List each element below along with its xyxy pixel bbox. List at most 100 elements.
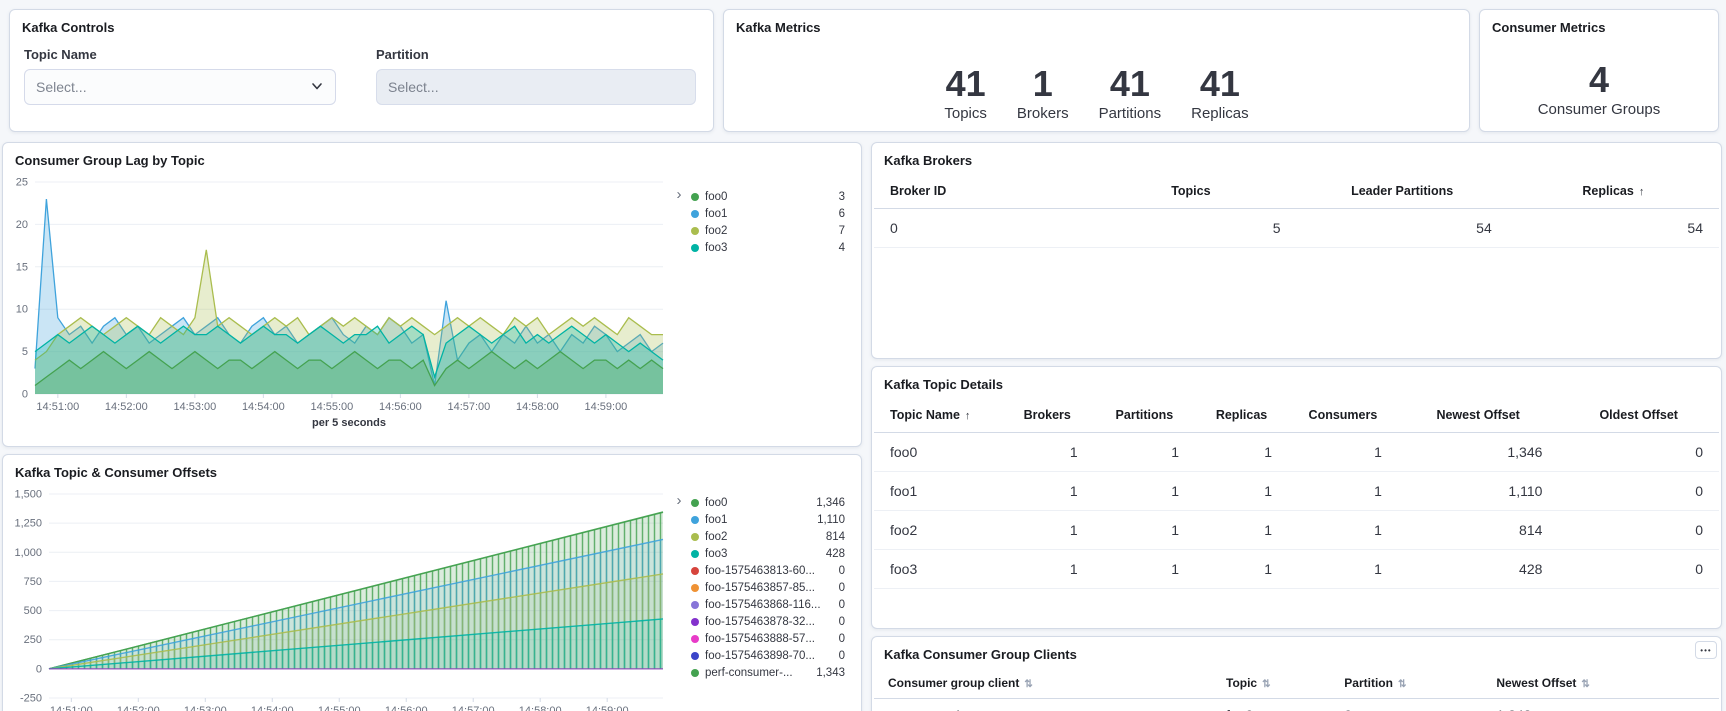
column-header[interactable]: Consumers bbox=[1288, 398, 1398, 433]
legend-item[interactable]: foo3428 bbox=[687, 545, 849, 562]
table-cell: 54 bbox=[1297, 209, 1508, 248]
column-header[interactable]: Topic Name↑ bbox=[874, 398, 1001, 433]
table-cell: foo3 bbox=[874, 550, 1001, 589]
series-color-dot bbox=[691, 244, 699, 252]
legend-item[interactable]: foo11,110 bbox=[687, 511, 849, 528]
table-cell: 0 bbox=[1558, 472, 1719, 511]
column-header[interactable]: Newest Offset bbox=[1398, 398, 1559, 433]
column-header[interactable]: Replicas↑ bbox=[1508, 174, 1719, 209]
svg-text:250: 250 bbox=[24, 634, 42, 646]
legend-list: foo01,346foo11,110foo2814foo3428foo-1575… bbox=[687, 494, 849, 681]
series-name: foo2 bbox=[705, 225, 833, 237]
series-value: 1,343 bbox=[816, 667, 845, 679]
svg-text:14:58:00: 14:58:00 bbox=[516, 401, 559, 413]
table-cell: 0 bbox=[1558, 550, 1719, 589]
legend-item[interactable]: foo2 814 bbox=[687, 528, 849, 545]
column-header[interactable]: Brokers bbox=[1001, 398, 1094, 433]
stat-replicas: 41 Replicas bbox=[1191, 65, 1249, 122]
panel-consumer-group-lag: Consumer Group Lag by Topic 051015202514… bbox=[2, 142, 862, 447]
legend-item[interactable]: foo34 bbox=[687, 239, 849, 256]
svg-text:1,500: 1,500 bbox=[14, 489, 42, 501]
stat-brokers: 1 Brokers bbox=[1017, 65, 1069, 122]
series-value: 0 bbox=[839, 565, 845, 577]
table-cell: 5 bbox=[1085, 209, 1296, 248]
sort-toggle-icon: ⇅ bbox=[1581, 679, 1589, 690]
series-name: foo2 bbox=[705, 531, 820, 543]
table-cell: 1 bbox=[1001, 550, 1094, 589]
panel-title: Kafka Metrics bbox=[724, 10, 1469, 39]
legend-item[interactable]: foo-1575463868-116...0 bbox=[687, 596, 849, 613]
panel-kafka-brokers: Kafka Brokers Broker IDTopicsLeader Part… bbox=[871, 142, 1722, 359]
table-cell: foo0 bbox=[1212, 699, 1330, 711]
legend-item[interactable]: foo01,346 bbox=[687, 494, 849, 511]
legend-item[interactable]: foo-1575463888-57...0 bbox=[687, 630, 849, 647]
column-header[interactable]: Oldest Offset bbox=[1558, 398, 1719, 433]
table-cell: 428 bbox=[1398, 550, 1559, 589]
panel-consumer-group-clients: ••• Kafka Consumer Group Clients Consume… bbox=[871, 636, 1722, 711]
series-color-dot bbox=[691, 499, 699, 507]
stat-value: 41 bbox=[944, 65, 987, 103]
sort-asc-icon: ↑ bbox=[1639, 186, 1645, 198]
series-value: 814 bbox=[826, 531, 845, 543]
legend-item[interactable]: foo-1575463813-60...0 bbox=[687, 562, 849, 579]
svg-text:-250: -250 bbox=[20, 693, 42, 705]
series-name: foo1 bbox=[705, 208, 833, 220]
panel-title: Consumer Group Lag by Topic bbox=[3, 143, 861, 172]
panel-title: Kafka Topic Details bbox=[872, 367, 1721, 396]
series-color-dot bbox=[691, 601, 699, 609]
stat-label: Topics bbox=[944, 105, 987, 122]
series-color-dot bbox=[691, 635, 699, 643]
legend-collapse-icon[interactable]: › bbox=[671, 188, 687, 202]
stat-label: Partitions bbox=[1099, 105, 1162, 122]
topic-name-placeholder: Select... bbox=[36, 79, 87, 95]
svg-text:per 5 seconds: per 5 seconds bbox=[312, 417, 386, 429]
svg-text:25: 25 bbox=[16, 177, 28, 189]
topic-name-group: Topic Name Select... bbox=[24, 47, 336, 105]
series-value: 1,110 bbox=[817, 514, 845, 526]
legend-item[interactable]: foo-1575463878-32...0 bbox=[687, 613, 849, 630]
topic-name-select[interactable]: Select... bbox=[24, 69, 336, 105]
svg-text:14:54:00: 14:54:00 bbox=[242, 401, 285, 413]
series-color-dot bbox=[691, 550, 699, 558]
legend-item[interactable]: foo-1575463898-70...0 bbox=[687, 647, 849, 664]
series-value: 4 bbox=[839, 242, 845, 254]
table-cell: foo0 bbox=[874, 433, 1001, 472]
legend-item[interactable]: foo16 bbox=[687, 205, 849, 222]
column-header[interactable]: Topic⇅ bbox=[1212, 668, 1330, 699]
column-header[interactable]: Leader Partitions bbox=[1297, 174, 1508, 209]
column-header[interactable]: Replicas bbox=[1195, 398, 1288, 433]
offsets-area-chart[interactable]: -25002505007501,0001,2501,50014:51:0014:… bbox=[5, 486, 671, 711]
svg-text:14:59:00: 14:59:00 bbox=[584, 401, 627, 413]
series-value: 0 bbox=[839, 633, 845, 645]
stat-partitions: 41 Partitions bbox=[1099, 65, 1162, 122]
svg-text:14:52:00: 14:52:00 bbox=[117, 705, 160, 711]
column-header[interactable]: Broker ID bbox=[874, 174, 1085, 209]
svg-text:14:55:00: 14:55:00 bbox=[310, 401, 353, 413]
legend-item[interactable]: foo03 bbox=[687, 188, 849, 205]
series-color-dot bbox=[691, 210, 699, 218]
table-cell: 1 bbox=[1094, 433, 1195, 472]
column-header[interactable]: Partitions bbox=[1094, 398, 1195, 433]
column-header[interactable]: Consumer group client⇅ bbox=[874, 668, 1212, 699]
series-name: foo-1575463868-116... bbox=[705, 599, 833, 611]
lag-area-chart[interactable]: 051015202514:51:0014:52:0014:53:0014:54:… bbox=[5, 174, 671, 432]
lag-chart-body: 051015202514:51:0014:52:0014:53:0014:54:… bbox=[3, 172, 861, 432]
column-header[interactable]: Newest Offset⇅ bbox=[1482, 668, 1719, 699]
legend-collapse-icon[interactable]: › bbox=[671, 494, 687, 508]
svg-text:14:58:00: 14:58:00 bbox=[519, 705, 562, 711]
partition-select[interactable]: Select... bbox=[376, 69, 696, 105]
panel-options-button[interactable]: ••• bbox=[1695, 641, 1717, 659]
table-cell: 1 bbox=[1001, 472, 1094, 511]
legend-item[interactable]: foo-1575463857-85...0 bbox=[687, 579, 849, 596]
panel-kafka-topic-details: Kafka Topic Details Topic Name↑BrokersPa… bbox=[871, 366, 1722, 629]
stat-label: Replicas bbox=[1191, 105, 1249, 122]
legend-item[interactable]: perf-consumer-...1,343 bbox=[687, 664, 849, 681]
consumer-clients-table: Consumer group client⇅Topic⇅Partition⇅Ne… bbox=[874, 668, 1719, 711]
column-header[interactable]: Topics bbox=[1085, 174, 1296, 209]
column-header[interactable]: Partition⇅ bbox=[1330, 668, 1482, 699]
table-cell: 1 bbox=[1094, 472, 1195, 511]
svg-text:0: 0 bbox=[22, 389, 28, 401]
series-color-dot bbox=[691, 669, 699, 677]
panel-title: Kafka Controls bbox=[10, 10, 713, 39]
legend-item[interactable]: foo27 bbox=[687, 222, 849, 239]
